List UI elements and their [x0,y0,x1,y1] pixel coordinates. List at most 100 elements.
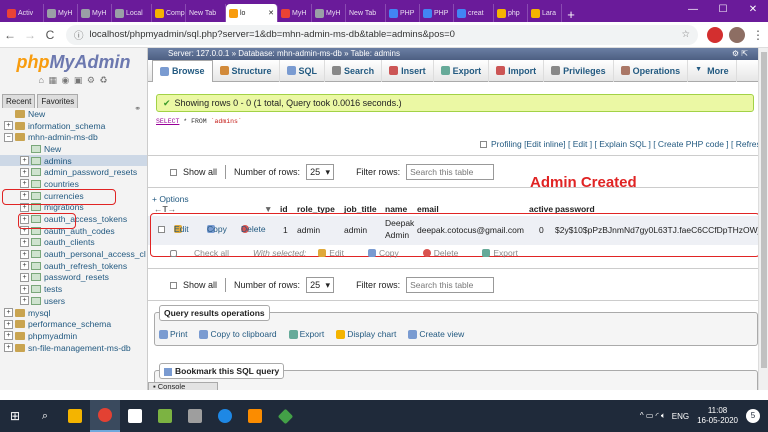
page-scrollbar[interactable] [758,48,768,390]
browser-tab[interactable]: Lara [528,4,562,22]
browser-tab[interactable]: creat [454,4,494,22]
browser-tab[interactable]: New Tab [346,4,386,22]
browser-tab[interactable]: PHP [386,4,420,22]
reload-button[interactable]: C [40,28,60,42]
qro-link[interactable]: Create view [408,329,470,339]
number-of-rows-select[interactable]: 25 ▾ [306,164,335,180]
show-all-checkbox-bottom[interactable] [170,281,177,289]
qro-link[interactable]: Copy to clipboard [199,329,282,339]
bulk-copy-button[interactable]: Copy [367,248,411,258]
breadcrumb[interactable]: Server: 127.0.0.1 » Database: mhn-admin-… [148,48,768,60]
phpmyadmin-logo[interactable]: phpMyAdmin [0,52,147,73]
taskbar-xampp[interactable] [240,400,270,432]
forward-button[interactable]: → [20,28,40,42]
browser-tab[interactable]: MyH [312,4,346,22]
expand-toggle-icon[interactable]: + [20,284,29,294]
bookmark-legend[interactable]: Bookmark this SQL query [159,363,285,379]
browser-tab[interactable]: lo ✕ [226,4,278,22]
tree-item[interactable]: + oauth_personal_access_cl [0,248,147,260]
scrollbar-thumb[interactable] [761,52,767,368]
tree-item[interactable]: + sn-file-management-ms-db [0,342,147,354]
bulk-export-button[interactable]: Export [482,248,530,258]
bookmark-star-icon[interactable]: ☆ [681,29,690,40]
browser-tab[interactable]: Local [112,4,152,22]
recent-tab[interactable]: Recent [2,94,36,108]
expand-toggle-icon[interactable]: + [4,343,13,353]
taskbar-notepad[interactable] [120,400,150,432]
close-button[interactable]: ✕ [738,0,768,20]
tree-item[interactable]: − mhn-admin-ms-db [0,131,147,143]
extension-icon[interactable] [707,26,723,43]
profiling-links[interactable]: Profiling [Edit inline] [ Edit ] [ Expla… [480,139,768,149]
browser-tab[interactable]: Activ [4,4,44,22]
tray-icons[interactable]: ^ ▭ ◜ 🔈︎ [640,411,666,421]
menu-tab-import[interactable]: Import [489,59,545,82]
new-tab-button[interactable]: + [562,7,580,22]
nav-shortcut-icons[interactable]: ⌂ ▦ ◉ ▣ ⚙ ♻ [0,75,147,86]
menu-tab-export[interactable]: Export [434,59,490,82]
expand-toggle-icon[interactable]: + [4,121,13,131]
url-input[interactable]: ⓘ localhost/phpmyadmin/sql.php?server=1&… [66,24,698,45]
favorites-tab[interactable]: Favorites [37,94,79,108]
taskbar-explorer[interactable] [60,400,90,432]
expand-toggle-icon[interactable]: + [20,179,29,189]
browser-tab[interactable]: MyH [78,4,112,22]
search-button[interactable]: ⌕ [30,400,60,432]
browser-tab[interactable]: php [494,4,528,22]
tree-item[interactable]: + tests [0,283,147,295]
check-all[interactable]: Check all [170,248,241,258]
browser-tab[interactable]: MyH [44,4,78,22]
language-indicator[interactable]: ENG [672,412,689,421]
menu-tab-operations[interactable]: Operations [614,59,689,82]
browser-tab[interactable]: MyH [278,4,312,22]
taskbar-vscode[interactable] [270,400,300,432]
tree-item[interactable]: + users [0,295,147,307]
expand-toggle-icon[interactable]: − [4,132,13,142]
profile-avatar[interactable] [729,26,745,43]
profiling-text[interactable]: Profiling [Edit inline] [ Edit ] [ Expla… [491,139,768,149]
tree-item[interactable]: + phpmyadmin [0,330,147,342]
filter-rows-input[interactable]: Search this table [406,164,495,180]
options-link[interactable]: + Options [152,194,189,204]
tree-item[interactable]: New [0,143,147,155]
profiling-checkbox[interactable] [480,141,487,149]
tree-item[interactable]: + password_resets [0,272,147,284]
menu-tab-browse[interactable]: Browse [152,59,213,82]
menu-dots-icon[interactable]: ⋮ [748,28,768,42]
start-button[interactable]: ⊞ [0,400,30,432]
info-icon[interactable]: ⓘ [74,28,84,42]
menu-tab-insert[interactable]: Insert [382,59,434,82]
minimize-button[interactable]: — [678,0,708,20]
taskbar-app[interactable] [150,400,180,432]
back-button[interactable]: ← [0,28,20,42]
expand-toggle-icon[interactable]: + [20,156,29,166]
sql-keyword[interactable]: SELECT [156,118,179,125]
expand-toggle-icon[interactable]: + [20,249,29,259]
menu-tab-structure[interactable]: Structure [213,59,280,82]
menu-tab-search[interactable]: Search [325,59,383,82]
expand-toggle-icon[interactable]: + [20,272,29,282]
expand-toggle-icon[interactable]: + [4,308,13,318]
tree-item[interactable]: + oauth_refresh_tokens [0,260,147,272]
qro-link[interactable]: Display chart [336,329,402,339]
bulk-delete-button[interactable]: Delete [422,248,471,258]
qro-link[interactable]: Print [159,329,193,339]
filter-rows-input-bottom[interactable]: Search this table [406,277,495,293]
tree-item[interactable]: + mysql [0,307,147,319]
show-all-checkbox[interactable] [170,168,177,176]
tree-item[interactable]: + performance_schema [0,318,147,330]
console-toggle[interactable]: ▪ Console [148,382,218,390]
menu-tab-privileges[interactable]: Privileges [544,59,614,82]
tab-close-icon[interactable]: ✕ [268,9,274,17]
taskbar-maps[interactable] [210,400,240,432]
show-all-label[interactable]: Show all [183,167,217,177]
expand-toggle-icon[interactable]: + [20,261,29,271]
bulk-edit-button[interactable]: Edit [318,248,356,258]
expand-toggle-icon[interactable]: + [4,331,13,341]
browser-tab[interactable]: PHP [420,4,454,22]
browser-tab[interactable]: Comp [152,4,186,22]
expand-toggle-icon[interactable] [20,144,29,153]
qro-link[interactable]: Export [288,329,331,339]
number-of-rows-select-bottom[interactable]: 25 ▾ [306,277,335,293]
expand-toggle-icon[interactable]: + [20,167,29,177]
